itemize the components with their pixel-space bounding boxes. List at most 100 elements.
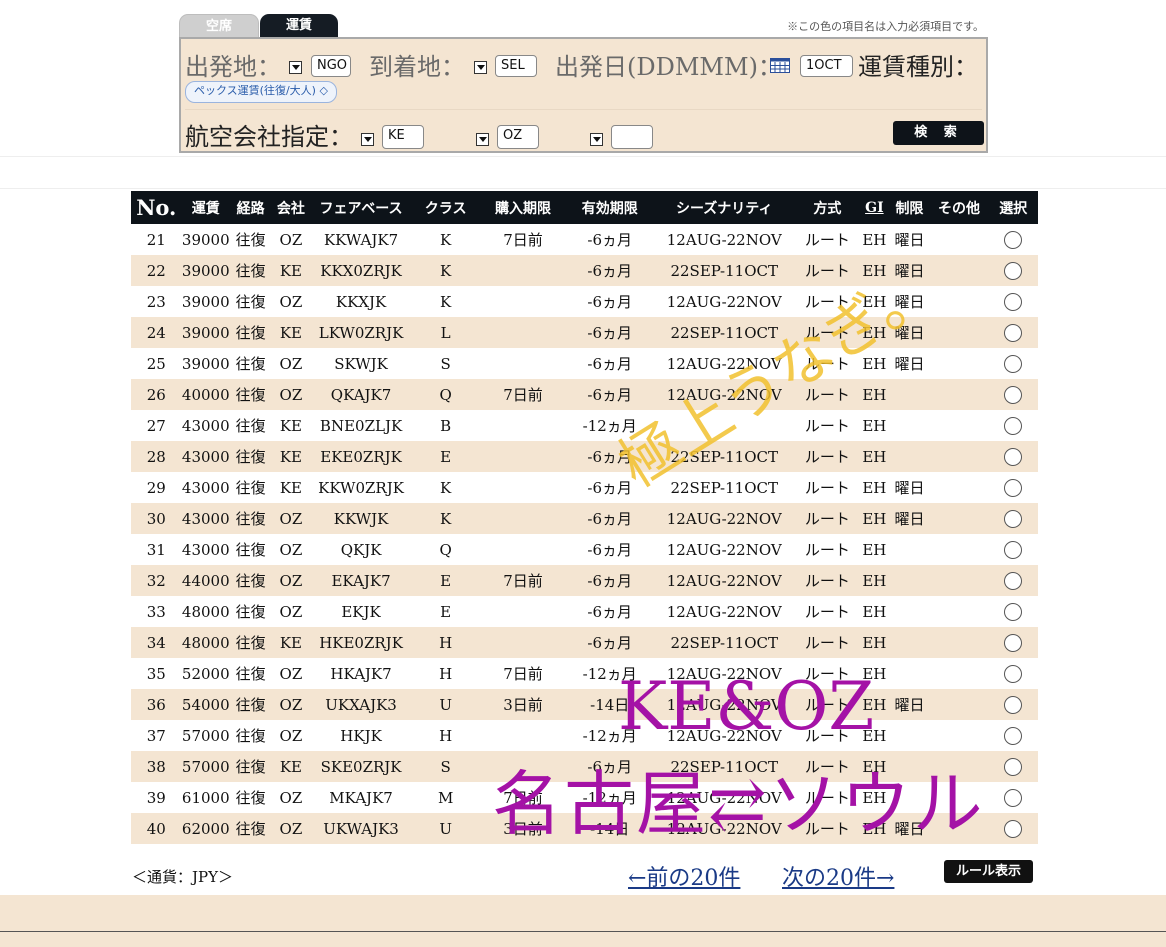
airline1-dropdown-icon[interactable]: [361, 133, 374, 146]
airline3-input[interactable]: [611, 125, 653, 149]
cell-other: [929, 689, 989, 720]
cell-class: S: [411, 751, 480, 782]
table-row: 27 43000 往復 KE BNE0ZLJK B -12ヵ月 ルート EH: [131, 410, 1038, 441]
cell-gi: EH: [859, 627, 890, 658]
cell-validity: -6ヵ月: [566, 627, 654, 658]
cell-fare-basis: KKX0ZRJK: [310, 255, 412, 286]
destination-dropdown-icon[interactable]: [474, 61, 487, 74]
select-radio[interactable]: [1004, 448, 1023, 466]
fare-type-label: 運賃種別：: [858, 53, 978, 81]
cell-class: K: [411, 255, 480, 286]
cell-restriction: [889, 379, 930, 410]
cell-seasonality: 22SEP-11OCT: [653, 255, 796, 286]
select-radio[interactable]: [1004, 231, 1023, 249]
select-radio[interactable]: [1004, 417, 1023, 435]
cell-fare: 54000: [181, 689, 231, 720]
cell-class: U: [411, 813, 480, 844]
cell-route: 往復: [230, 441, 272, 472]
select-updown-icon: ◇: [319, 84, 328, 97]
cell-validity: -6ヵ月: [587, 355, 633, 373]
select-radio[interactable]: [1004, 572, 1023, 590]
cell-purchase-limit: 7日前: [479, 565, 567, 596]
cell-no: 34: [131, 627, 182, 658]
select-radio[interactable]: [1004, 479, 1023, 497]
cell-purchase-limit: [479, 503, 567, 534]
select-radio[interactable]: [1004, 634, 1023, 652]
cell-airline: KE: [279, 416, 302, 435]
cell-validity: -6ヵ月: [566, 255, 654, 286]
select-radio[interactable]: [1004, 355, 1023, 373]
col-header-select: 選択: [988, 191, 1038, 224]
origin-label: 出発地：: [185, 53, 281, 81]
col-header-gi-link[interactable]: GI: [859, 191, 890, 224]
cell-restriction: 曜日: [889, 503, 930, 534]
col-header-restriction: 制限: [889, 191, 930, 224]
cell-restriction: [889, 441, 930, 472]
next-page-link[interactable]: 次の20件→: [782, 860, 894, 892]
calendar-icon[interactable]: [770, 57, 790, 73]
select-radio[interactable]: [1004, 696, 1023, 714]
cell-other: [930, 596, 989, 627]
select-radio[interactable]: [1004, 758, 1023, 776]
cell-purchase-limit: [479, 255, 567, 286]
airline2-dropdown-icon[interactable]: [476, 133, 489, 146]
show-rules-button[interactable]: ルール表示: [944, 860, 1033, 883]
select-radio[interactable]: [1004, 541, 1023, 559]
col-header-route: 経路: [230, 191, 272, 224]
cell-fare-basis: MKAJK7: [329, 788, 393, 807]
cell-route: 往復: [235, 789, 266, 807]
cell-fare-basis: HKJK: [340, 726, 382, 745]
cell-fare-basis: HKAJK7: [330, 664, 392, 683]
cell-select: [988, 689, 1038, 720]
cell-select: [988, 348, 1038, 379]
cell-restriction: [889, 658, 929, 689]
tab-bar: 空席 運賃: [179, 14, 338, 39]
cell-no: 36: [131, 689, 182, 720]
airline1-input[interactable]: KE: [382, 125, 424, 149]
destination-input[interactable]: SEL: [495, 55, 537, 77]
search-button[interactable]: 検 索: [893, 121, 984, 145]
select-radio[interactable]: [1004, 386, 1023, 404]
select-radio[interactable]: [1004, 820, 1023, 838]
divider-line: [0, 156, 1166, 157]
select-radio[interactable]: [1004, 727, 1023, 745]
cell-fare-basis: KKW0ZRJK: [318, 478, 404, 497]
select-radio[interactable]: [1004, 665, 1023, 683]
select-radio[interactable]: [1004, 603, 1023, 621]
cell-seasonality: 12AUG-22NOV: [666, 540, 782, 559]
airline2-input[interactable]: OZ: [497, 125, 539, 149]
prev-page-link[interactable]: ←前の20件: [628, 860, 740, 892]
select-radio[interactable]: [1004, 510, 1023, 528]
table-header-row: No. 運賃 経路 会社 フェアベース クラス 購入期限 有効期限 シーズナリテ…: [131, 191, 1038, 224]
origin-input[interactable]: NGO: [311, 55, 351, 77]
cell-other: [930, 720, 989, 751]
cell-no: 27: [146, 416, 166, 435]
departure-date-input[interactable]: 1OCT: [800, 55, 853, 77]
cell-seasonality: 22SEP-11OCT: [653, 627, 796, 658]
col-header-method: 方式: [795, 191, 860, 224]
tab-availability[interactable]: 空席: [179, 14, 259, 39]
cell-purchase-limit: [479, 627, 567, 658]
cell-other: [929, 503, 989, 534]
cell-restriction: [889, 596, 929, 627]
cell-route: 往復: [230, 565, 272, 596]
airline3-dropdown-icon[interactable]: [590, 133, 603, 146]
select-radio[interactable]: [1004, 324, 1023, 342]
select-radio[interactable]: [1004, 293, 1023, 311]
cell-validity: -6ヵ月: [587, 603, 633, 621]
select-radio[interactable]: [1004, 262, 1023, 280]
cell-class: H: [411, 627, 480, 658]
currency-label: ＜通貨：JPY＞: [132, 868, 234, 886]
cell-purchase-limit: [480, 596, 567, 627]
fare-type-select[interactable]: ペックス運賃(往復/大人) ◇: [185, 81, 337, 103]
cell-airline: OZ: [279, 664, 303, 683]
cell-airline: OZ: [271, 503, 311, 534]
cell-select: [988, 224, 1038, 255]
cell-fare: 57000: [181, 751, 231, 782]
cell-purchase-limit: [480, 534, 567, 565]
select-radio[interactable]: [1004, 789, 1023, 807]
tab-fare[interactable]: 運賃: [260, 14, 338, 38]
cell-route: 往復: [235, 293, 266, 311]
origin-dropdown-icon[interactable]: [289, 61, 302, 74]
table-row: 36 54000 往復 OZ UKXAJK3 U 3日前 -14日 12AUG-22NOV ルート…: [131, 689, 1038, 720]
